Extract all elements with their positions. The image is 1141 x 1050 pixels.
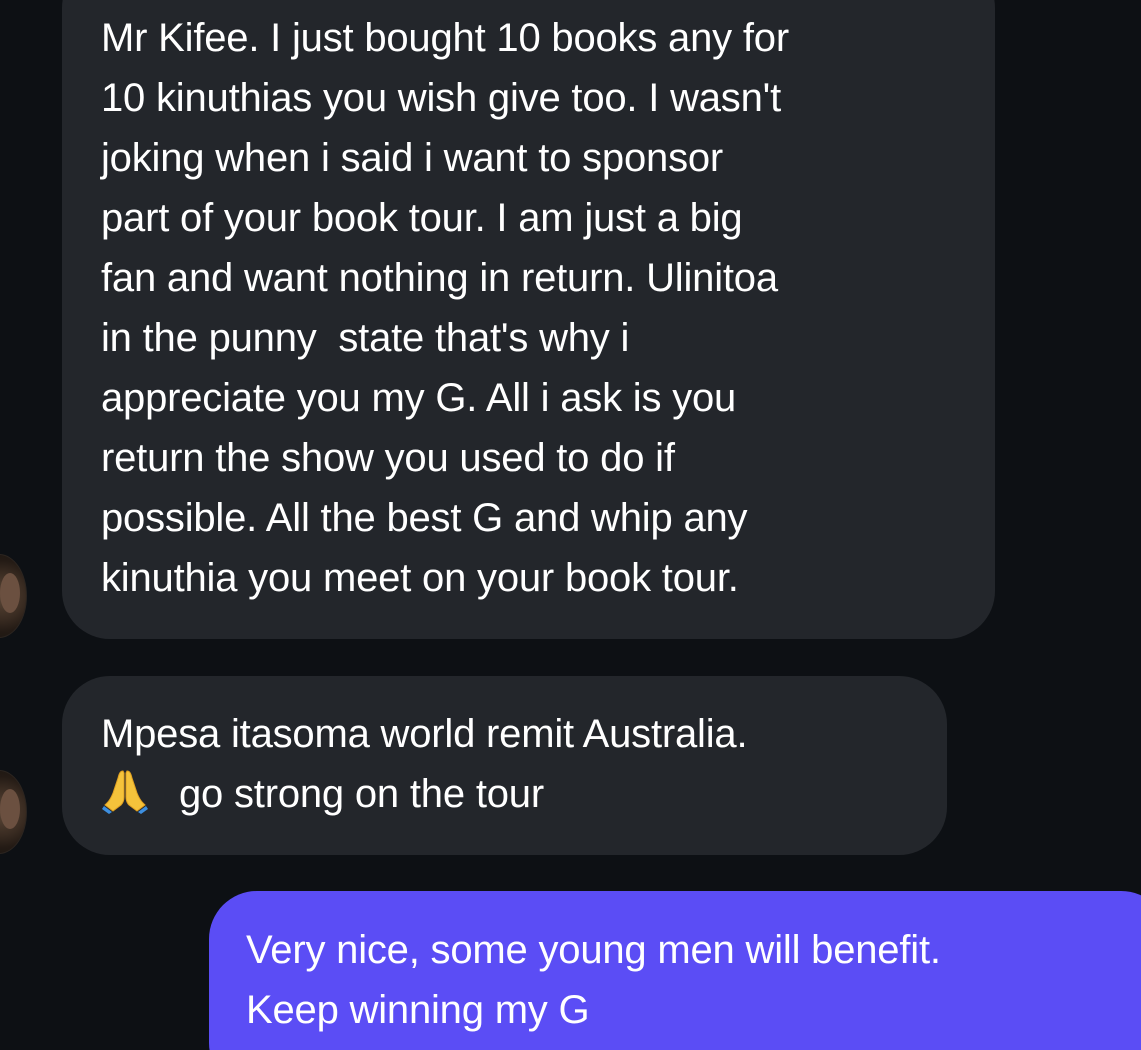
incoming-message-bubble[interactable]: Mr Kifee. I just bought 10 books any for…	[62, 0, 995, 639]
message-text-line: appreciate you my G. All i ask is you	[101, 376, 737, 420]
message-text-line: Mr Kifee. I just bought 10 books any for	[101, 16, 789, 60]
message-text-line: Mpesa itasoma world remit Australia.	[101, 712, 748, 756]
sender-avatar[interactable]	[0, 770, 27, 854]
message-text-line: Keep winning my G	[246, 988, 590, 1032]
incoming-message-bubble[interactable]: Mpesa itasoma world remit Australia. go …	[62, 676, 947, 855]
avatar-photo	[0, 573, 20, 613]
message-text-line: return the show you used to do if	[101, 436, 675, 480]
message-text-line: Very nice, some young men will benefit.	[246, 928, 941, 972]
message-text-line: 10 kinuthias you wish give too. I wasn't	[101, 76, 782, 120]
outgoing-message-bubble[interactable]: Very nice, some young men will benefit. …	[209, 891, 1141, 1050]
message-text-line-rest: go strong on the tour	[179, 772, 544, 816]
message-text-line: kinuthia you meet on your book tour.	[101, 556, 739, 600]
message-text-line: part of your book tour. I am just a big	[101, 196, 743, 240]
sender-avatar[interactable]	[0, 554, 27, 638]
message-text-line: go strong on the tour	[101, 764, 947, 824]
message-text-line: joking when i said i want to sponsor	[101, 136, 724, 180]
avatar-photo	[0, 789, 20, 829]
message-text-line: possible. All the best G and whip any	[101, 496, 748, 540]
message-text-line: fan and want nothing in return. Ulinitoa	[101, 256, 778, 300]
folded-hands-emoji-icon	[102, 770, 148, 814]
message-text-line: in the punny state that's why i	[101, 316, 630, 360]
